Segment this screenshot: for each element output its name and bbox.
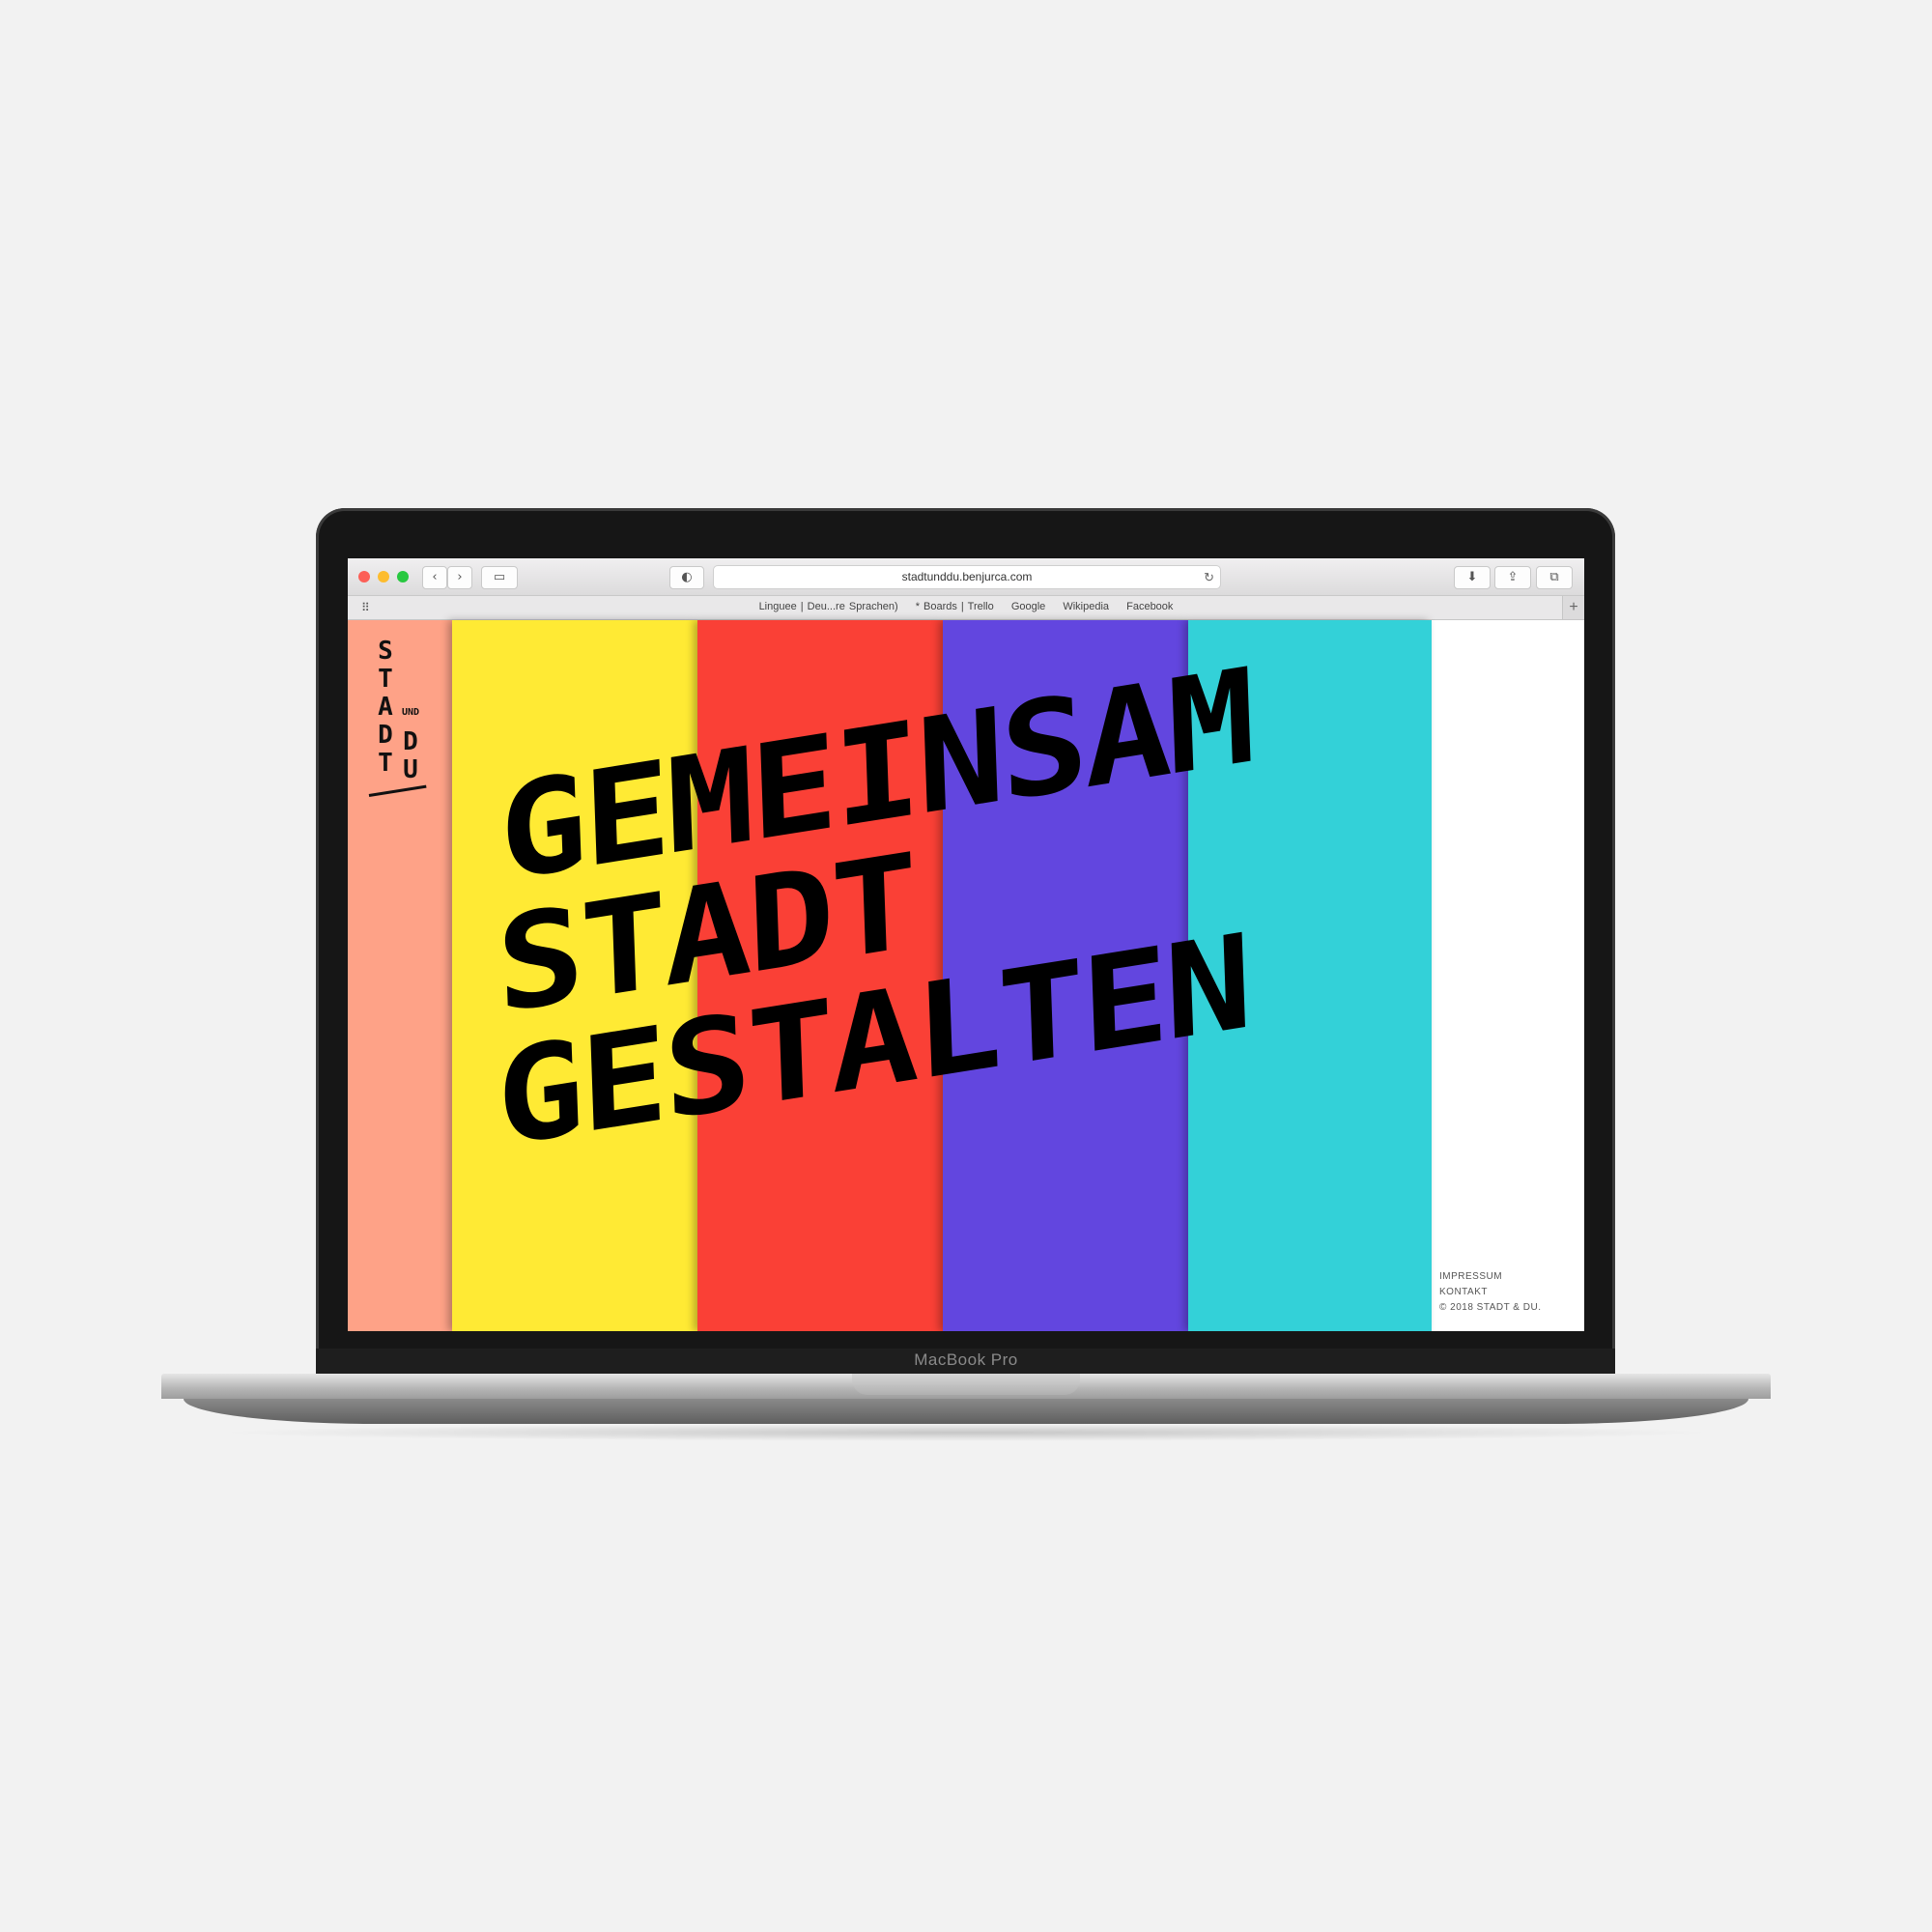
minimize-window-button[interactable] — [378, 571, 389, 582]
plus-icon: + — [1569, 599, 1578, 615]
panel-yellow[interactable] — [452, 620, 697, 1331]
laptop-base-bottom — [184, 1399, 1748, 1424]
bookmark-linguee[interactable]: Linguee | Deu...re Sprachen) — [759, 601, 898, 612]
share-icon: ⇪ — [1507, 570, 1519, 584]
bookmark-list: Linguee | Deu...re Sprachen) * Boards | … — [348, 601, 1584, 612]
logo-stadt: STADT — [378, 637, 393, 778]
web-page: STADT UND DU GEMEINSAM STADT GESTALTEN I… — [348, 620, 1584, 1331]
bookmark-trello[interactable]: * Boards | Trello — [916, 601, 994, 612]
forward-button[interactable]: › — [447, 566, 472, 589]
share-button[interactable]: ⇪ — [1494, 566, 1531, 589]
base-notch — [852, 1374, 1080, 1395]
reload-icon[interactable]: ↻ — [1204, 566, 1214, 588]
copyright-text: © 2018 STADT & DU. — [1439, 1302, 1542, 1313]
model-label: MacBook Pro — [914, 1350, 1018, 1369]
bookmarks-bar: ⠿ Linguee | Deu...re Sprachen) * Boards … — [348, 596, 1584, 620]
logo-strip[interactable]: STADT UND DU — [348, 620, 452, 1331]
panel-cyan[interactable] — [1188, 620, 1432, 1331]
privacy-button[interactable]: ◐ — [669, 566, 704, 589]
logo-underline — [368, 784, 427, 797]
back-button[interactable]: ‹ — [422, 566, 447, 589]
bookmark-facebook[interactable]: Facebook — [1126, 601, 1173, 612]
base-shadow — [213, 1424, 1719, 1441]
bookmark-wikipedia[interactable]: Wikipedia — [1063, 601, 1109, 612]
tabs-overview-button[interactable]: ⧉ — [1536, 566, 1573, 589]
logo-und: UND — [402, 707, 420, 718]
bookmark-google[interactable]: Google — [1011, 601, 1045, 612]
download-icon: ⬇ — [1466, 570, 1478, 584]
browser-toolbar: ‹ › ▭ ◐ stadtunddu.benjurca.com ↻ ⬇ ⇪ ⧉ — [348, 558, 1584, 596]
sidebar-button[interactable]: ▭ — [481, 566, 518, 589]
sidebar-icon: ▭ — [493, 570, 506, 584]
zoom-window-button[interactable] — [397, 571, 409, 582]
panel-red[interactable] — [697, 620, 943, 1331]
browser-window: ‹ › ▭ ◐ stadtunddu.benjurca.com ↻ ⬇ ⇪ ⧉ … — [348, 558, 1584, 1331]
new-tab-button[interactable]: + — [1562, 596, 1584, 619]
kontakt-link[interactable]: KONTAKT — [1439, 1285, 1541, 1300]
downloads-button[interactable]: ⬇ — [1454, 566, 1491, 589]
tabs-icon: ⧉ — [1549, 570, 1559, 584]
logo-du: DU — [403, 727, 418, 784]
close-window-button[interactable] — [358, 571, 370, 582]
footer-links: IMPRESSUM KONTAKT © 2018 STADT & DU. — [1439, 1269, 1541, 1316]
shield-icon: ◐ — [681, 570, 693, 584]
address-text: stadtunddu.benjurca.com — [901, 570, 1033, 583]
chevron-left-icon: ‹ — [432, 570, 438, 584]
chevron-right-icon: › — [457, 570, 463, 584]
address-bar[interactable]: stadtunddu.benjurca.com ↻ — [713, 565, 1221, 589]
panel-purple[interactable] — [943, 620, 1188, 1331]
impressum-link[interactable]: IMPRESSUM — [1439, 1269, 1541, 1285]
